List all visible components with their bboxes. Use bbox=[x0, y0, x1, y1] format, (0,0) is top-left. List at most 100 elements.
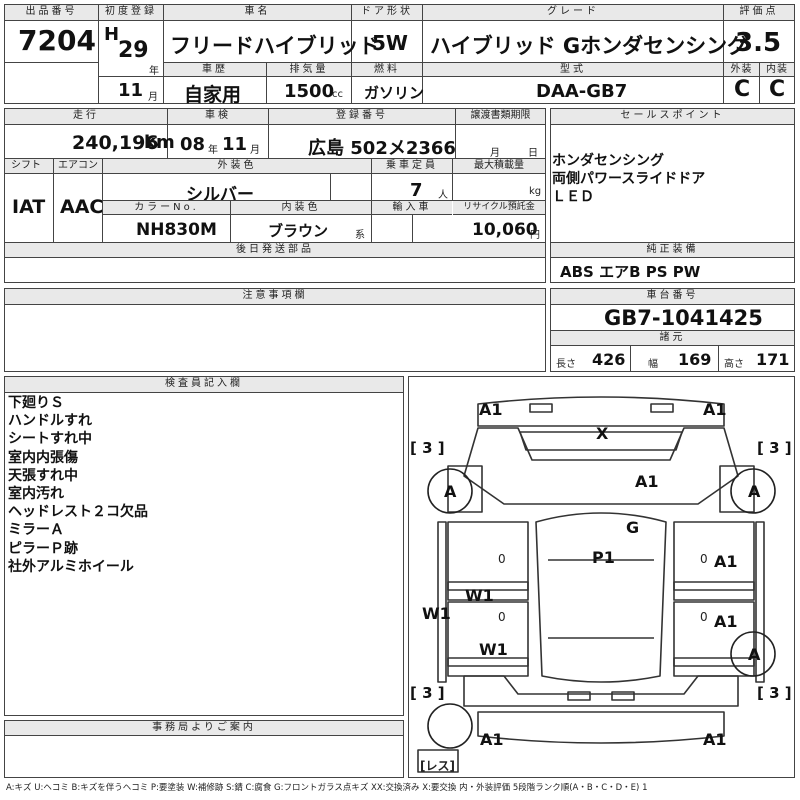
load-label: 最大積載量 bbox=[453, 159, 545, 174]
inspector-note: 社外アルミホイール bbox=[8, 558, 134, 575]
height: 171 bbox=[756, 350, 790, 369]
import-label: 輸入車 bbox=[372, 201, 452, 215]
mark-rear-left: A1 bbox=[480, 730, 504, 749]
interior-suffix: 系 bbox=[355, 230, 365, 241]
shift: IAT bbox=[12, 196, 46, 218]
year-unit: 年 bbox=[149, 66, 159, 77]
reg-label: 登録番号 bbox=[269, 109, 455, 125]
capacity-label: 乗車定員 bbox=[372, 159, 452, 174]
mark-door-rr: A1 bbox=[714, 612, 738, 631]
lot-label: 出品番号 bbox=[5, 5, 98, 21]
cc-unit: cc bbox=[332, 89, 343, 100]
mark-door-fl: W1 bbox=[465, 586, 494, 605]
transfer-month-unit: 月 bbox=[490, 148, 500, 159]
capacity: 7 bbox=[410, 180, 423, 201]
lot-number: 7204 bbox=[18, 24, 96, 57]
score: 3.5 bbox=[735, 28, 782, 58]
inspector-label: 検査員記入欄 bbox=[5, 377, 403, 393]
inspector-notes: 下廻りＳ ハンドルすれ シートすれ中 室内内張傷 天張すれ中 室内汚れ ヘッドレ… bbox=[8, 394, 148, 576]
sales-point: 両側パワースライドドア bbox=[552, 171, 706, 188]
tire-fl: [ 3 ] bbox=[410, 439, 445, 457]
recycle-fee: 10,060 bbox=[472, 220, 538, 240]
sales-points-list: ホンダセンシング 両側パワースライドドア ＬＥＤ bbox=[552, 152, 705, 207]
office-label: 事務局よりご案内 bbox=[5, 721, 403, 736]
ext-label: 外装 bbox=[724, 63, 759, 77]
mark-roof-front: G bbox=[626, 518, 640, 537]
score-label: 評価点 bbox=[724, 5, 794, 21]
mark-front-right: A1 bbox=[703, 400, 727, 419]
tire-rl: [ 3 ] bbox=[410, 684, 445, 702]
mark-hood: A1 bbox=[635, 472, 659, 491]
insp-month-unit: 月 bbox=[250, 145, 260, 156]
legend: A:キズ U:ヘコミ B:キズを伴うヘコミ P:要塗装 W:補修跡 S:錆 C:… bbox=[6, 783, 648, 793]
door-label: ドア形状 bbox=[352, 5, 422, 21]
tire-fr: [ 3 ] bbox=[757, 439, 792, 457]
history: 自家用 bbox=[184, 84, 242, 106]
color-label: 外装色 bbox=[103, 159, 371, 174]
interior-color: ブラウン bbox=[268, 222, 329, 240]
height-label: 高さ bbox=[724, 359, 744, 370]
capacity-unit: 人 bbox=[438, 190, 448, 201]
displacement-label: 排気量 bbox=[267, 63, 351, 77]
inspection-month: 11 bbox=[222, 134, 248, 155]
spare-tire: [レス] bbox=[420, 759, 455, 773]
mark-windshield: X bbox=[596, 424, 609, 443]
mark-door-rl: W1 bbox=[479, 640, 508, 659]
recycle-label: リサイクル預託金 bbox=[453, 201, 545, 215]
mark-front-left: A1 bbox=[479, 400, 503, 419]
model-code: DAA-GB7 bbox=[536, 81, 628, 102]
inspector-note: シートすれ中 bbox=[8, 431, 92, 448]
load-unit: kg bbox=[529, 186, 542, 197]
displacement: 1500 bbox=[284, 81, 335, 102]
door-type: 5W bbox=[372, 31, 408, 55]
inspector-note: 室内内張傷 bbox=[8, 449, 78, 466]
first-reg-year: 29 bbox=[118, 38, 149, 63]
month-unit: 月 bbox=[148, 92, 158, 103]
transfer-label: 譲渡書類期限 bbox=[456, 109, 545, 125]
mark-wheel-rr: A bbox=[748, 645, 761, 664]
first-reg-month: 11 bbox=[118, 80, 144, 101]
mark-zero: 0 bbox=[498, 552, 506, 566]
interior-label: 内装色 bbox=[231, 201, 371, 215]
insp-year-unit: 年 bbox=[208, 145, 218, 156]
sales-point: ＬＥＤ bbox=[552, 189, 594, 206]
chassis-label: 車台番号 bbox=[551, 289, 794, 305]
length-label: 長さ bbox=[556, 359, 576, 370]
mark-door-fr: A1 bbox=[714, 552, 738, 571]
model-label: 型式 bbox=[423, 63, 723, 77]
inspector-note: ミラーＡ bbox=[8, 522, 64, 539]
ac-label: エアコン bbox=[54, 159, 102, 174]
inspector-note: ピラーＰ跡 bbox=[8, 540, 78, 557]
history-label: 車歴 bbox=[164, 63, 266, 77]
recycle-unit: 円 bbox=[530, 230, 540, 241]
mark-sill-left: W1 bbox=[422, 604, 451, 623]
era: H bbox=[104, 24, 120, 45]
inspector-note: 天張すれ中 bbox=[8, 467, 78, 484]
mark-roof: P1 bbox=[592, 548, 615, 567]
int-label: 内装 bbox=[760, 63, 794, 77]
sales-point: ホンダセンシング bbox=[552, 153, 664, 169]
later-parts-label: 後日発送部品 bbox=[5, 243, 545, 258]
mileage-label: 走行 bbox=[5, 109, 167, 125]
mark-zero: 0 bbox=[700, 552, 708, 566]
inspector-note: 下廻りＳ bbox=[8, 395, 64, 411]
color-no: NH830M bbox=[136, 220, 217, 240]
tire-rr: [ 3 ] bbox=[757, 684, 792, 702]
dims-label: 諸元 bbox=[551, 331, 794, 346]
equipment-label: 純正装備 bbox=[551, 243, 794, 258]
length: 426 bbox=[592, 350, 626, 369]
width-label: 幅 bbox=[648, 359, 658, 370]
sales-points-label: セールスポイント bbox=[551, 109, 794, 125]
mileage-unit: km bbox=[144, 132, 175, 153]
inspector-note: ハンドルすれ bbox=[8, 413, 92, 430]
width: 169 bbox=[678, 350, 712, 369]
grade: ハイブリッド Gホンダセンシング bbox=[430, 34, 749, 58]
color-no-label: カラーNo. bbox=[103, 201, 230, 215]
mark-wheel-fr: A bbox=[748, 482, 761, 501]
mark-zero: 0 bbox=[700, 610, 708, 624]
inspector-note: ヘッドレスト２コ欠品 bbox=[8, 504, 148, 521]
equipment: ABS エアB PS PW bbox=[560, 263, 701, 281]
grade-label: グレード bbox=[423, 5, 723, 21]
mark-wheel-fl: A bbox=[444, 482, 457, 501]
transfer-day-unit: 日 bbox=[528, 148, 538, 159]
